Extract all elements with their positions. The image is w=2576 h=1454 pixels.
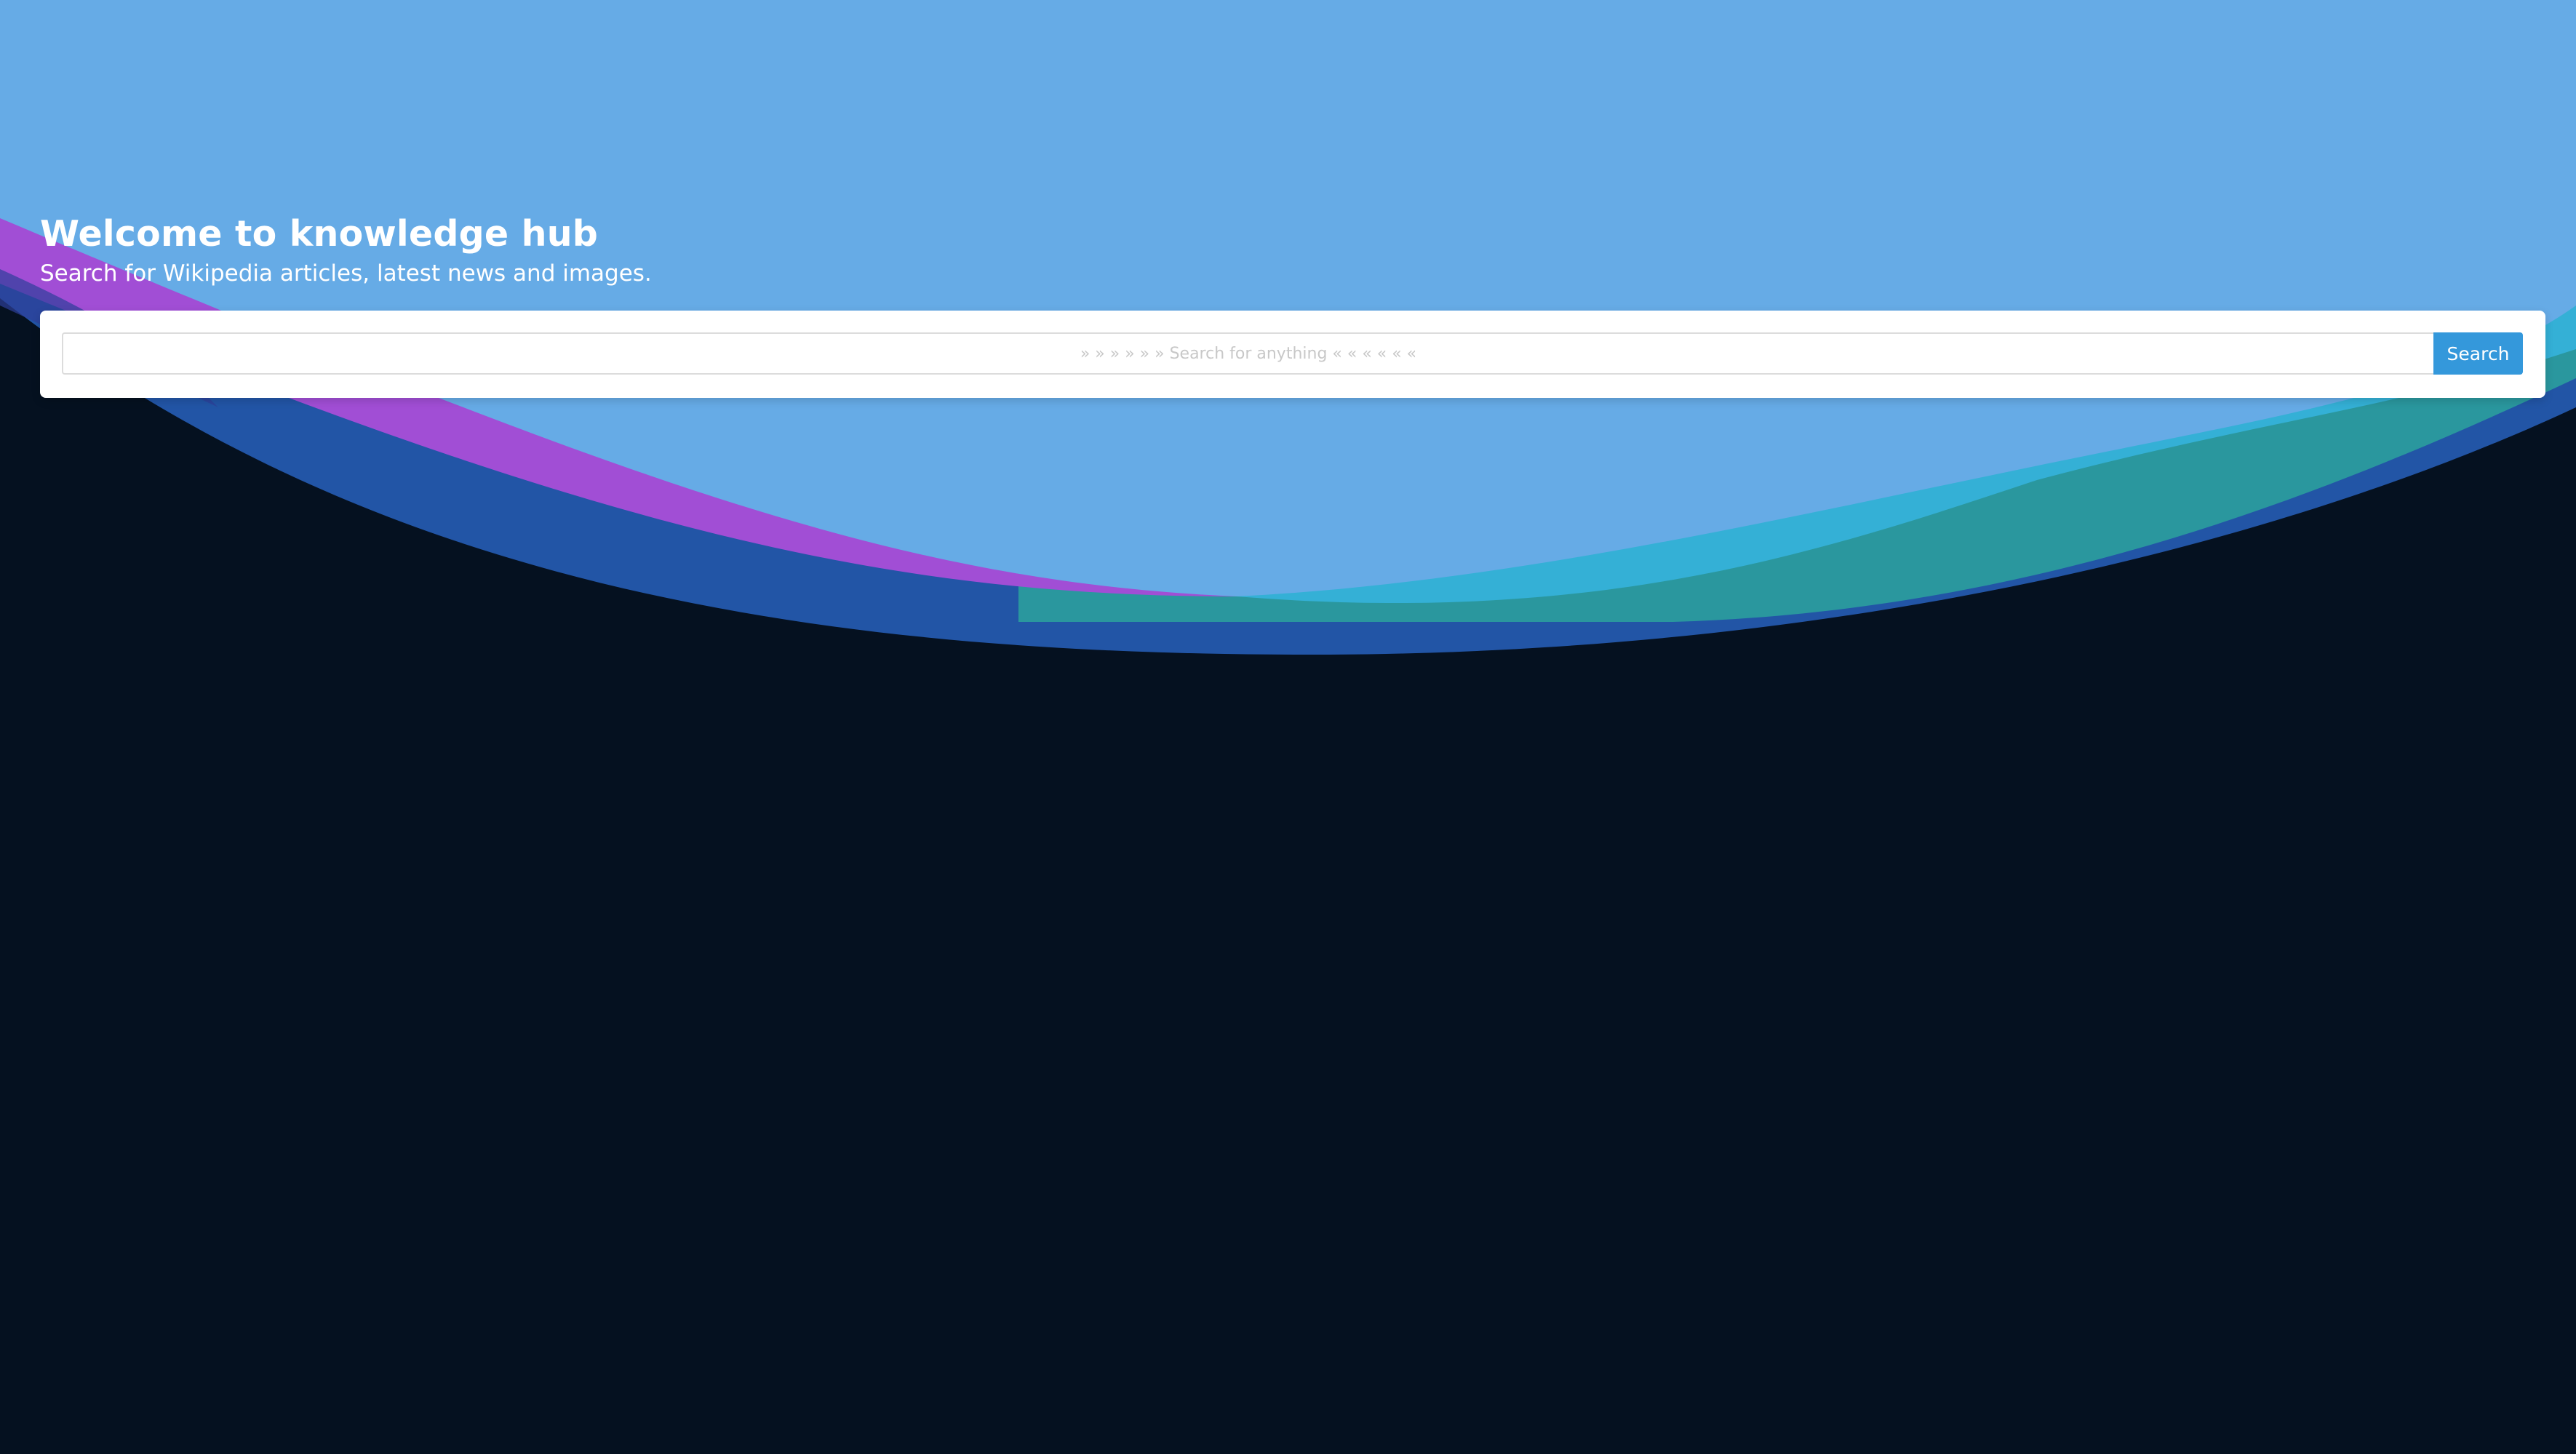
search-input[interactable]: [62, 332, 2433, 375]
search-card: Search: [40, 311, 2545, 398]
page-subtitle: Search for Wikipedia articles, latest ne…: [40, 260, 652, 287]
page-title: Welcome to knowledge hub: [40, 213, 599, 255]
page: Welcome to knowledge hub Search for Wiki…: [0, 0, 2576, 1454]
hero-section: Welcome to knowledge hub Search for Wiki…: [40, 211, 652, 289]
search-button[interactable]: Search: [2433, 332, 2523, 375]
